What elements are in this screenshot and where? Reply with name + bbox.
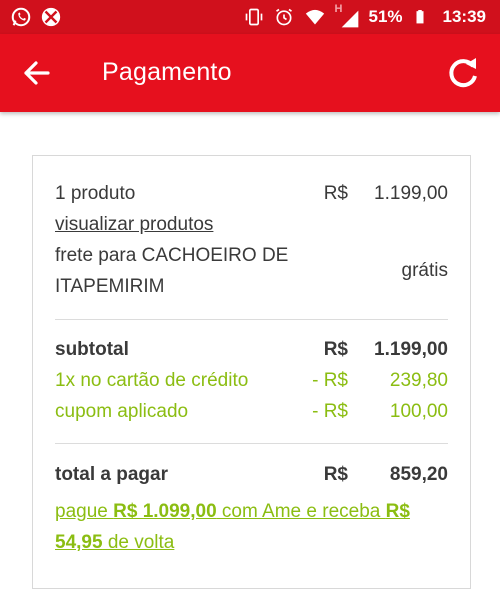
shipping-row-line2: ITAPEMIRIM	[55, 274, 448, 300]
app-bar: Pagamento	[0, 34, 500, 112]
battery-icon	[413, 7, 433, 27]
products-value: 1.199,00	[374, 183, 448, 204]
divider	[55, 443, 448, 444]
total-currency: R$	[323, 464, 348, 485]
products-row: 1 produto R$ 1.199,00	[55, 181, 448, 207]
subtotal-currency: R$	[323, 339, 348, 360]
alarm-icon	[274, 7, 294, 27]
vibrate-icon	[244, 7, 264, 27]
back-button[interactable]	[18, 56, 58, 90]
wifi-icon	[304, 7, 325, 27]
signal-icon: H	[334, 3, 359, 28]
divider	[55, 319, 448, 320]
ame-cashback-link[interactable]: pague R$ 1.099,00 com Ame e receba R$ 54,…	[55, 496, 448, 558]
promo-cashback-currency: R$	[385, 501, 410, 522]
promo-cashback-value: 54,95	[55, 532, 103, 553]
promo-pay-amount: R$ 1.099,00	[113, 501, 217, 522]
products-label: 1 produto	[55, 183, 136, 204]
coupon-label: cupom aplicado	[55, 401, 189, 422]
credit-discount-value: 239,80	[389, 370, 448, 391]
coupon-discount-row: cupom aplicado - R$ 100,00	[55, 399, 448, 425]
credit-discount-row: 1x no cartão de crédito - R$ 239,80	[55, 368, 448, 394]
products-currency: R$	[323, 183, 348, 204]
whatsapp-icon	[10, 6, 32, 28]
promo-prefix: pague	[55, 501, 114, 522]
page-title: Pagamento	[102, 58, 232, 86]
total-row: total a pagar R$ 859,20	[55, 462, 448, 488]
clock: 13:39	[442, 7, 486, 26]
subtotal-value: 1.199,00	[374, 339, 448, 360]
promo-suffix: de volta	[102, 532, 175, 553]
shipping-label-line2: ITAPEMIRIM	[55, 276, 165, 297]
promo-middle: com Ame e receba	[216, 501, 386, 522]
status-bar: H 51% 13:39	[0, 0, 500, 34]
refresh-icon	[449, 58, 477, 88]
coupon-currency: - R$	[312, 401, 348, 422]
xbox-icon	[40, 6, 62, 28]
credit-discount-currency: - R$	[312, 370, 348, 391]
subtotal-row: subtotal R$ 1.199,00	[55, 337, 448, 363]
view-products-row: visualizar produtos	[55, 212, 448, 238]
total-value: 859,20	[389, 464, 448, 485]
view-products-link[interactable]: visualizar produtos	[55, 212, 213, 238]
coupon-value: 100,00	[389, 401, 448, 422]
total-label: total a pagar	[55, 464, 168, 485]
back-arrow-icon	[24, 61, 50, 85]
battery-percentage: 51%	[368, 7, 403, 26]
credit-discount-label: 1x no cartão de crédito	[55, 370, 249, 391]
subtotal-label: subtotal	[55, 339, 129, 360]
order-summary-card: 1 produto R$ 1.199,00 visualizar produto…	[32, 155, 471, 589]
refresh-button[interactable]	[444, 54, 482, 92]
